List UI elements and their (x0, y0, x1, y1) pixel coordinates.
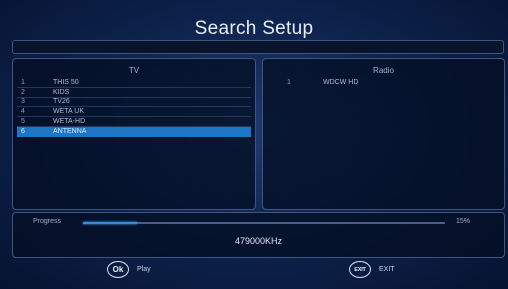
channel-name: TV26 (53, 98, 70, 106)
tv-channel-list: 1 THIS 50 2 KIDS 3 TV26 4 WETA UK 5 WETA-HD 6 ANTEN… (13, 78, 255, 137)
progress-fill (83, 222, 138, 224)
tv-channel-panel: TV 1 THIS 50 2 KIDS 3 TV26 4 WETA UK 5 WETA-HD 6 AN… (12, 58, 256, 210)
scan-frequency: 479000KHz (234, 236, 283, 246)
progress-label: Progress (33, 218, 62, 225)
play-label: Play (137, 266, 151, 273)
channel-name: THIS 50 (53, 78, 79, 86)
progress-track (83, 222, 445, 224)
channel-name: WDCW HD (323, 78, 359, 86)
channel-row[interactable]: 4 WETA UK (17, 107, 251, 118)
ok-key-icon: Ok (107, 261, 129, 278)
channel-row[interactable]: 1 THIS 50 (17, 78, 251, 88)
radio-panel-header: Radio (373, 66, 394, 75)
channel-row[interactable]: 6 ANTENNA (17, 126, 251, 137)
channel-name: ANTENNA (53, 127, 87, 135)
channel-number: 2 (21, 88, 25, 96)
exit-key-icon: EXIT (349, 261, 371, 278)
channel-number: 5 (21, 118, 25, 126)
channel-name: KIDS (53, 88, 70, 96)
search-status-bar (12, 40, 504, 54)
channel-number: 3 (21, 98, 25, 106)
channel-number: 6 (21, 127, 25, 135)
screen-title: Search Setup (194, 18, 314, 39)
channel-number: 4 (21, 108, 25, 116)
channel-name: WETA-HD (53, 118, 86, 126)
tv-panel-header: TV (128, 66, 140, 75)
channel-row[interactable]: 3 TV26 (17, 98, 251, 108)
channel-number: 1 (287, 78, 291, 86)
radio-channel-list: 1 WDCW HD (263, 78, 504, 87)
channel-number: 1 (21, 78, 25, 86)
channel-row[interactable]: 2 KIDS (17, 88, 251, 98)
exit-label: EXIT (379, 266, 395, 273)
channel-row[interactable]: 1 WDCW HD (267, 78, 500, 87)
exit-button[interactable]: EXIT EXIT (349, 261, 395, 278)
play-button[interactable]: Ok Play (107, 261, 151, 278)
channel-name: WETA UK (53, 108, 84, 116)
radio-channel-panel: Radio 1 WDCW HD (262, 58, 505, 210)
channel-row[interactable]: 5 WETA-HD (17, 117, 251, 127)
progress-percent: 15% (456, 218, 471, 225)
progress-panel: Progress 15% 479000KHz (12, 212, 505, 258)
